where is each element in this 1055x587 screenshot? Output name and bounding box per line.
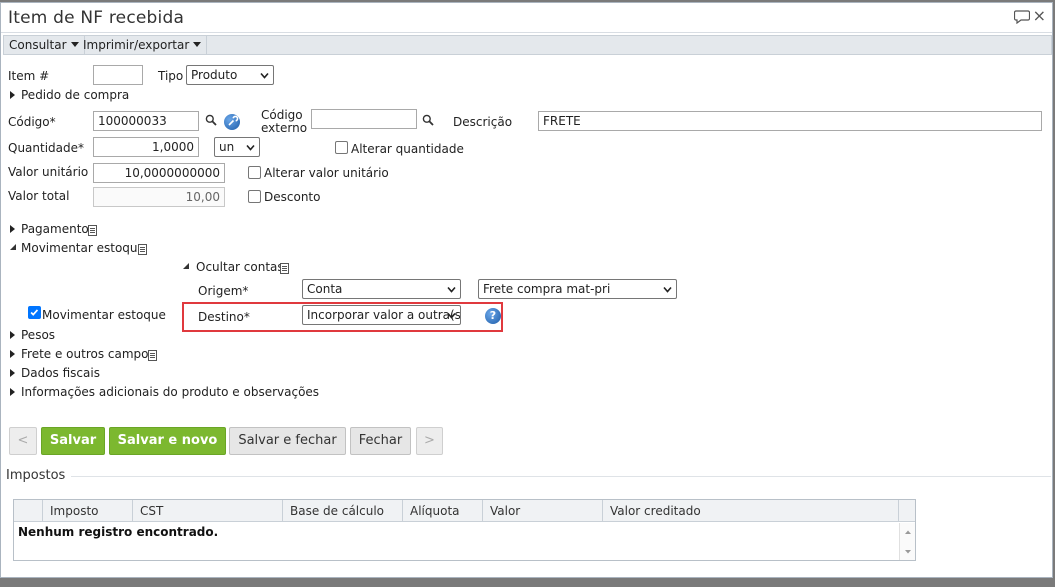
imprimir-label: Imprimir/exportar: [83, 38, 190, 52]
item-label: Item #: [8, 69, 50, 83]
destino-value: Incorporar valor a outra(s: [307, 308, 461, 322]
desconto-label: Desconto: [264, 190, 321, 204]
origem-conta-select[interactable]: Frete compra mat-pri: [478, 279, 677, 299]
column-header[interactable]: Imposto: [42, 500, 132, 522]
toolbar: Consultar Imprimir/exportar: [3, 35, 1052, 55]
edit-product-icon[interactable]: [224, 114, 240, 130]
destino-label: Destino*: [198, 310, 250, 324]
valor-unitario-label: Valor unitário: [8, 165, 89, 179]
notes-icon: [280, 263, 289, 274]
expand-icon[interactable]: [10, 369, 15, 377]
consultar-menu-button[interactable]: Consultar: [4, 36, 85, 54]
chevron-down-icon: [663, 286, 672, 293]
help-icon[interactable]: ?: [485, 308, 501, 324]
alterar-quantidade-label: Alterar quantidade: [351, 142, 464, 156]
expand-icon[interactable]: [10, 388, 15, 396]
alterar-valor-unitario-label: Alterar valor unitário: [264, 166, 389, 180]
valor-total-input: 10,00: [93, 187, 225, 207]
origem-tipo-select[interactable]: Conta: [302, 279, 461, 299]
comment-icon[interactable]: [1014, 10, 1030, 24]
quantidade-input[interactable]: 1,0000: [93, 137, 199, 157]
column-header-spacer: [898, 500, 915, 522]
imprimir-menu-button[interactable]: Imprimir/exportar: [78, 36, 208, 54]
codigo-externo-input[interactable]: [311, 109, 417, 129]
origem-conta-value: Frete compra mat-pri: [483, 282, 611, 296]
movimentar-estoque-check-label: Movimentar estoque: [42, 308, 166, 322]
grid-header: Imposto CST Base de cálculo Alíquota Val…: [14, 500, 915, 522]
codigo-externo-label-2: externo: [261, 121, 308, 135]
collapse-icon[interactable]: [10, 244, 16, 250]
unidade-value: un: [219, 140, 235, 154]
scroll-arrows-icon: [905, 530, 911, 554]
column-header[interactable]: Alíquota: [402, 500, 482, 522]
codigo-label: Código*: [8, 115, 56, 129]
column-header[interactable]: Valor: [482, 500, 602, 522]
alterar-valor-unitario-checkbox[interactable]: [248, 166, 261, 179]
tipo-value: Produto: [191, 68, 238, 82]
chevron-down-icon: [447, 312, 456, 319]
expand-icon[interactable]: [10, 350, 15, 358]
item-number-input[interactable]: [93, 65, 143, 85]
movimentar-estoque-checkbox[interactable]: [28, 306, 41, 319]
consultar-label: Consultar: [9, 38, 67, 52]
destino-select[interactable]: Incorporar valor a outra(s: [302, 305, 461, 325]
chevron-down-icon: [246, 144, 255, 151]
column-header[interactable]: Base de cálculo: [282, 500, 402, 522]
close-icon[interactable]: ×: [1033, 7, 1046, 25]
impostos-grid: Imposto CST Base de cálculo Alíquota Val…: [13, 499, 916, 561]
previous-button[interactable]: <: [9, 427, 37, 455]
empty-message: Nenhum registro encontrado.: [18, 525, 219, 539]
notes-icon: [148, 350, 157, 361]
tipo-select[interactable]: Produto: [186, 65, 274, 85]
title-bar: Item de NF recebida ×: [1, 3, 1052, 33]
origem-label: Origem*: [198, 284, 249, 298]
column-header[interactable]: CST: [132, 500, 282, 522]
salvar-novo-button[interactable]: Salvar e novo: [109, 427, 226, 455]
chevron-down-icon: [193, 42, 202, 47]
pesos-section[interactable]: Pesos: [21, 328, 55, 342]
search-icon[interactable]: [422, 114, 434, 126]
impostos-title: Impostos: [6, 468, 66, 483]
codigo-externo-label: Código: [261, 108, 303, 122]
unidade-select[interactable]: un: [214, 137, 260, 157]
ocultar-contas-toggle[interactable]: Ocultar contas: [196, 260, 284, 274]
valor-unitario-input[interactable]: 10,0000000000: [93, 163, 225, 183]
expand-icon[interactable]: [10, 91, 15, 99]
column-header[interactable]: Valor creditado: [602, 500, 898, 522]
window-title: Item de NF recebida: [8, 8, 185, 28]
grid-scrollbar[interactable]: [899, 523, 915, 560]
valor-total-label: Valor total: [8, 189, 70, 203]
notes-icon: [138, 244, 147, 255]
origem-tipo-value: Conta: [307, 282, 343, 296]
pedido-compra-section[interactable]: Pedido de compra: [21, 88, 129, 102]
tipo-label: Tipo: [158, 69, 184, 83]
quantidade-label: Quantidade*: [8, 141, 85, 155]
descricao-label: Descrição: [453, 115, 513, 129]
pagamento-section[interactable]: Pagamento: [21, 222, 89, 236]
expand-icon[interactable]: [10, 331, 15, 339]
movimentar-estoque-section[interactable]: Movimentar estoque: [21, 241, 145, 255]
salvar-button[interactable]: Salvar: [41, 427, 105, 455]
next-button[interactable]: >: [416, 427, 443, 455]
alterar-quantidade-checkbox[interactable]: [335, 141, 348, 154]
expand-icon[interactable]: [10, 225, 15, 233]
chevron-down-icon: [260, 72, 269, 79]
search-icon[interactable]: [205, 114, 217, 126]
section-divider: [71, 476, 1051, 477]
dialog-window: Item de NF recebida × Consultar Imprimir…: [0, 2, 1053, 578]
frete-outros-section[interactable]: Frete e outros campos: [21, 347, 155, 361]
dados-fiscais-section[interactable]: Dados fiscais: [21, 366, 100, 380]
salvar-fechar-button[interactable]: Salvar e fechar: [229, 427, 346, 455]
desconto-checkbox[interactable]: [248, 190, 261, 203]
descricao-input[interactable]: FRETE: [538, 111, 1042, 131]
collapse-icon[interactable]: [183, 263, 189, 269]
notes-icon: [88, 225, 97, 236]
info-adicionais-section[interactable]: Informações adicionais do produto e obse…: [21, 385, 319, 399]
fechar-button[interactable]: Fechar: [350, 427, 411, 455]
chevron-down-icon: [447, 286, 456, 293]
codigo-input[interactable]: 100000033: [93, 111, 199, 131]
